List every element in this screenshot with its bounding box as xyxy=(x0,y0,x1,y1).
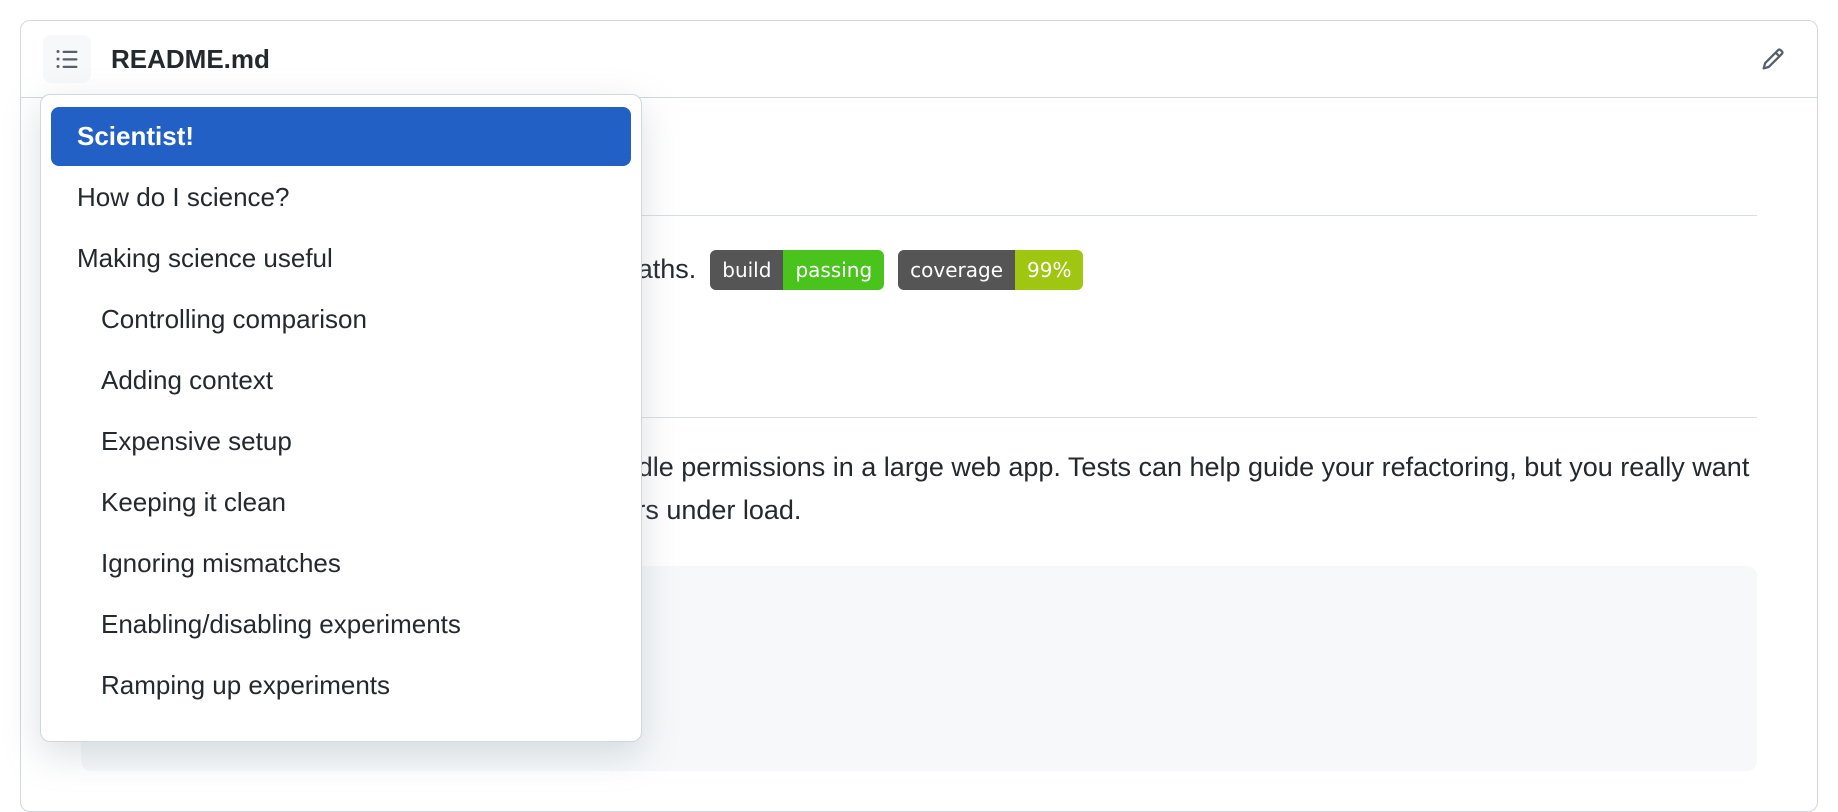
edit-button[interactable] xyxy=(1751,37,1795,81)
toc-item[interactable]: Keeping it clean xyxy=(51,473,631,532)
badge-value: 99% xyxy=(1015,250,1083,290)
toc-item[interactable]: Ramping up experiments xyxy=(51,656,631,715)
coverage-badge[interactable]: coverage 99% xyxy=(898,250,1083,290)
toc-item[interactable]: Adding context xyxy=(51,351,631,410)
badge-value: passing xyxy=(783,250,884,290)
toc-item[interactable]: Making science useful xyxy=(51,229,631,288)
toc-item[interactable]: Expensive setup xyxy=(51,412,631,471)
readme-header: README.md xyxy=(21,21,1817,98)
list-icon xyxy=(55,47,79,71)
toc-item[interactable]: How do I science? xyxy=(51,168,631,227)
badge-key: coverage xyxy=(898,250,1015,290)
toc-item[interactable]: Enabling/disabling experiments xyxy=(51,595,631,654)
toc-toggle-button[interactable] xyxy=(43,35,91,83)
toc-item[interactable]: Scientist! xyxy=(51,107,631,166)
toc-item[interactable]: Ignoring mismatches xyxy=(51,534,631,593)
badge-key: build xyxy=(710,250,783,290)
toc-panel: Scientist!How do I science?Making scienc… xyxy=(40,94,642,742)
pencil-icon xyxy=(1761,47,1785,71)
toc-item[interactable]: Controlling comparison xyxy=(51,290,631,349)
build-badge[interactable]: build passing xyxy=(710,250,884,290)
readme-filename: README.md xyxy=(111,44,270,75)
